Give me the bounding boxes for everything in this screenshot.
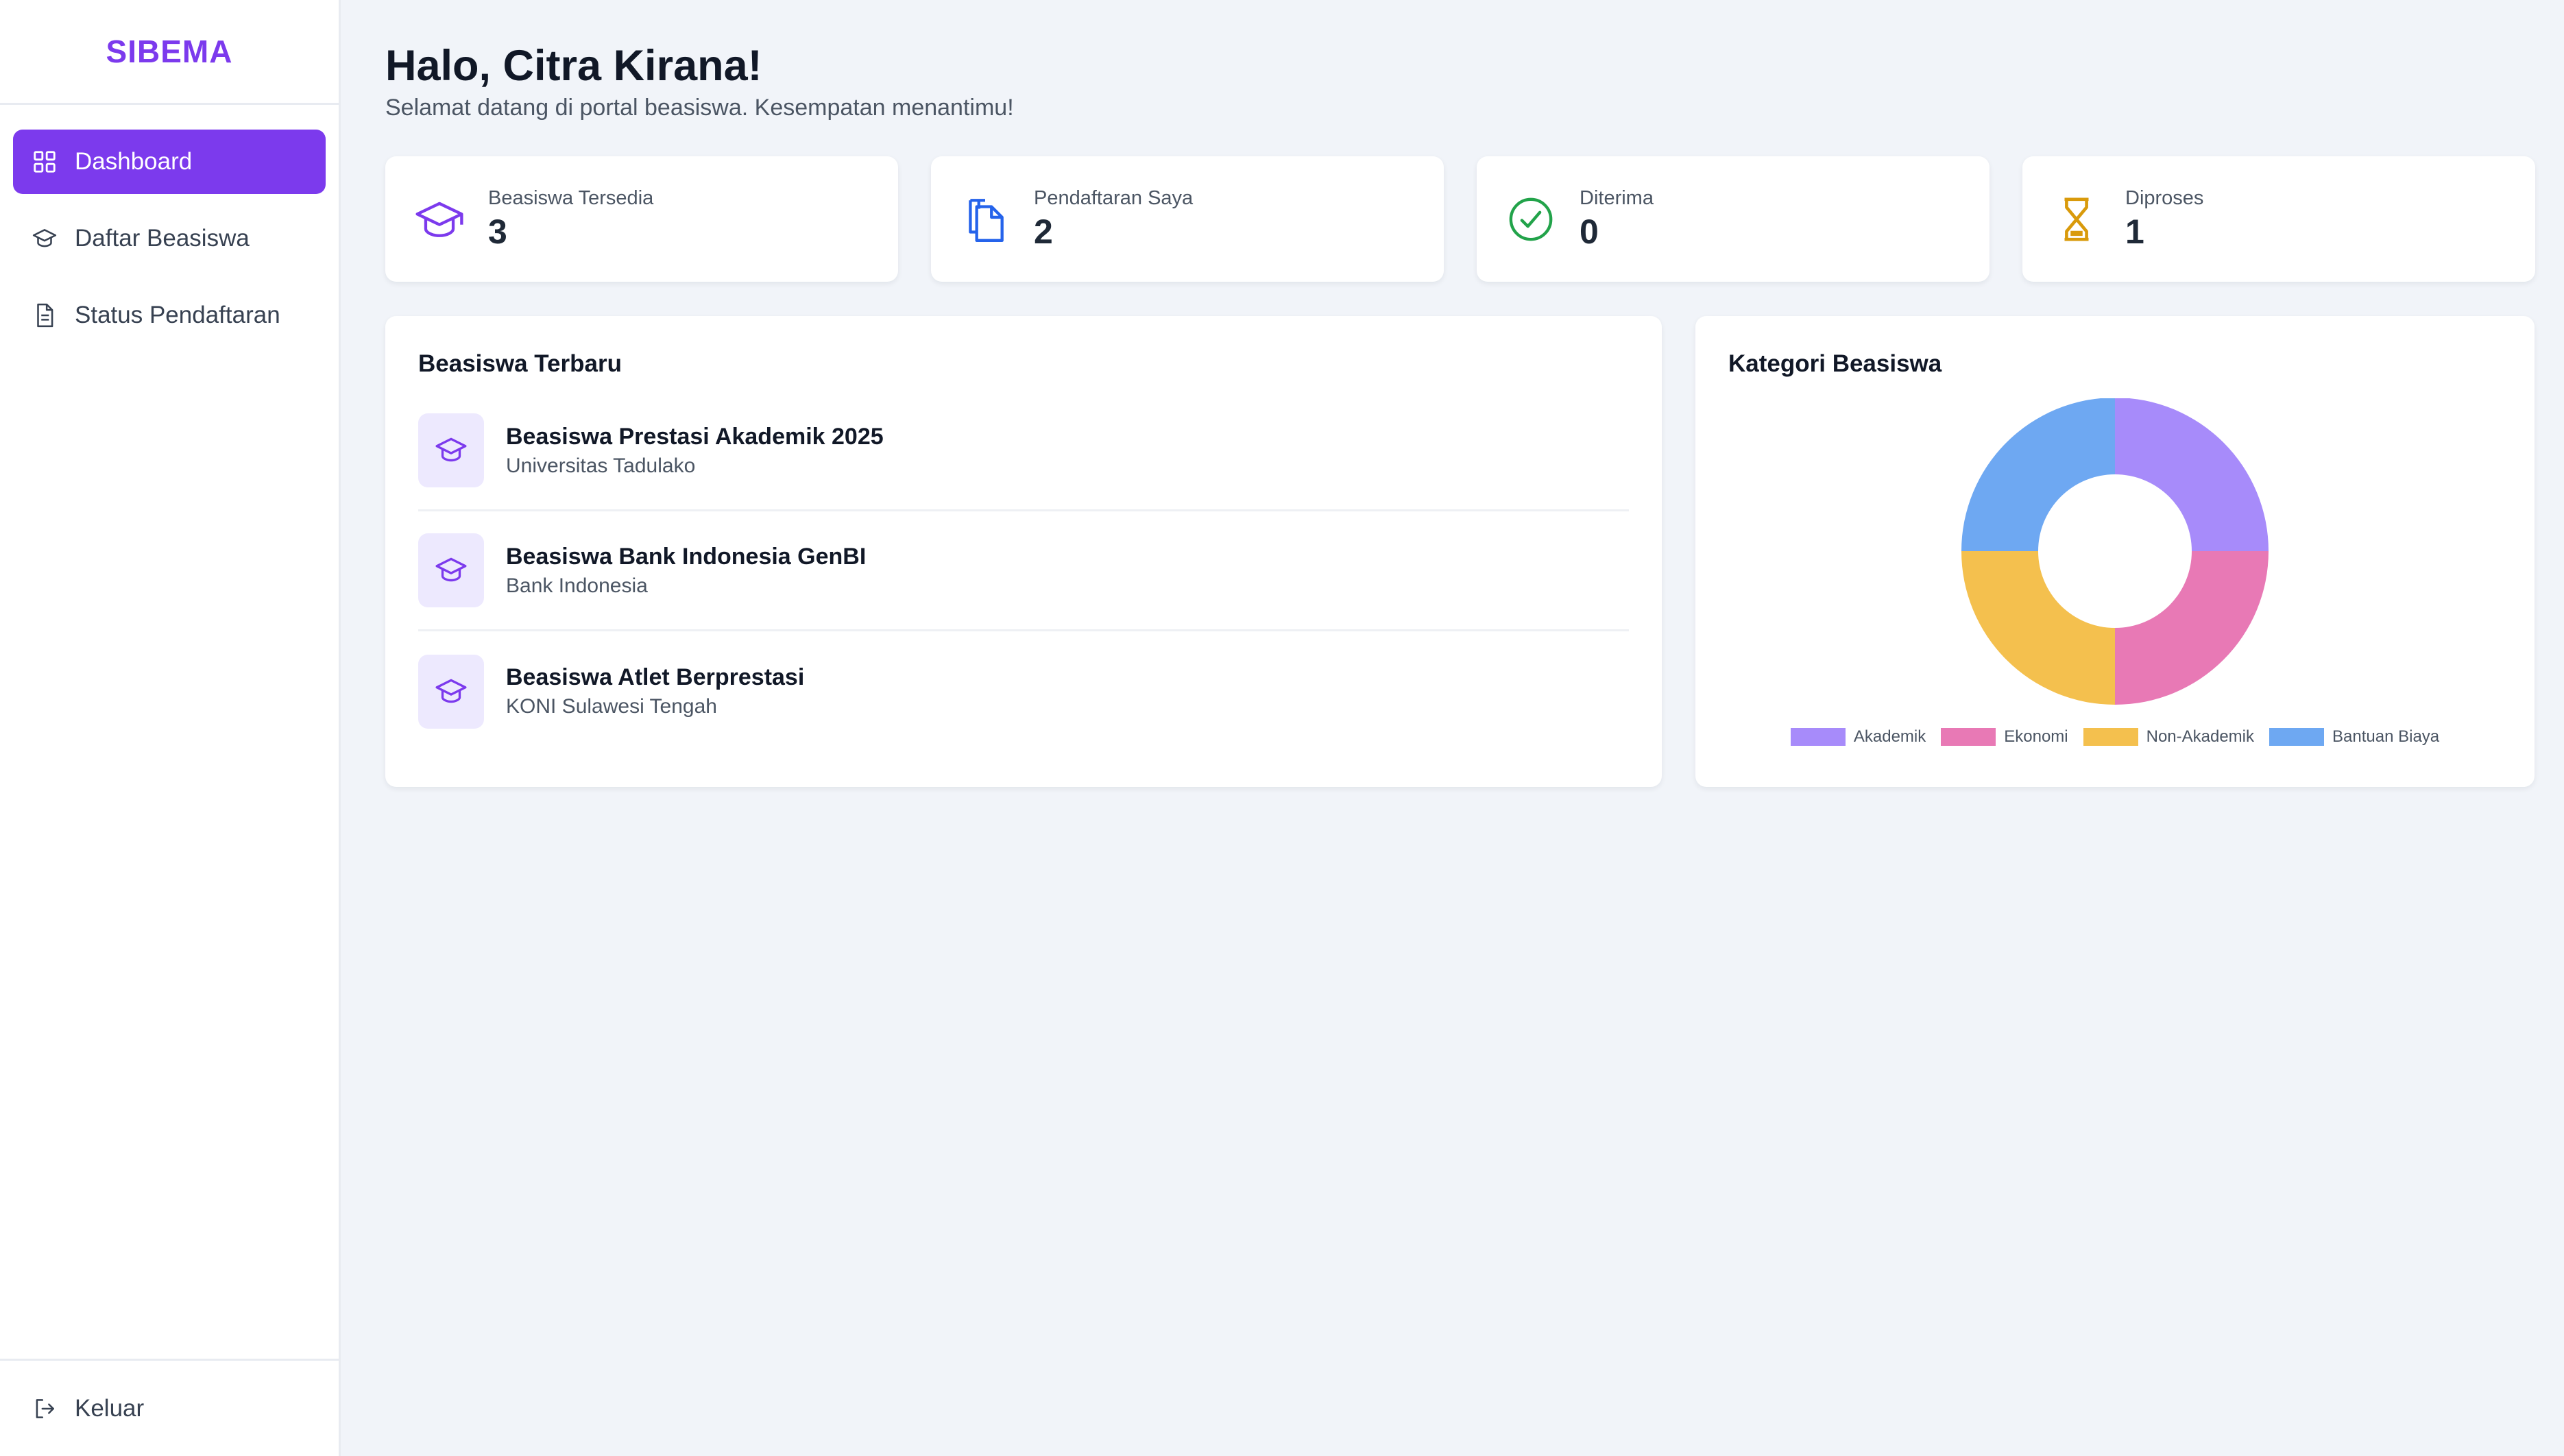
graduation-cap-icon: [418, 413, 484, 487]
sidebar-item-dashboard[interactable]: Dashboard: [13, 130, 326, 194]
stat-label: Beasiswa Tersedia: [488, 187, 654, 209]
stat-card-diterima: Diterima 0: [1477, 156, 1989, 282]
brand-logo[interactable]: SIBEMA: [0, 0, 339, 105]
sidebar-nav: Dashboard Daftar Beasiswa Status Pendaft…: [0, 105, 339, 348]
legend-label: Akademik: [1853, 727, 1926, 746]
scholarship-list: Beasiswa Prestasi Akademik 2025 Universi…: [418, 391, 1629, 751]
chart-legend: Akademik Ekonomi Non-Akademik Bantuan Biaya: [1695, 727, 2535, 747]
logout-button[interactable]: Keluar: [13, 1376, 326, 1441]
sidebar-item-status-pendaftaran[interactable]: Status Pendaftaran: [13, 283, 326, 348]
donut-slice-akademik[interactable]: [2115, 398, 2269, 551]
stat-card-beasiswa-tersedia: Beasiswa Tersedia 3: [385, 156, 898, 282]
donut-slice-bantuan-biaya[interactable]: [1961, 398, 2115, 551]
list-item[interactable]: Beasiswa Prestasi Akademik 2025 Universi…: [418, 391, 1629, 511]
legend-label: Ekonomi: [2004, 727, 2068, 746]
donut-chart-area: [1695, 398, 2535, 714]
graduation-cap-icon: [413, 193, 466, 246]
legend-swatch: [2269, 728, 2325, 746]
latest-scholarships-card: Beasiswa Terbaru Beasiswa Prestasi Akade…: [385, 316, 1662, 787]
graduation-cap-icon: [31, 225, 58, 252]
donut-slice-ekonomi[interactable]: [2115, 551, 2269, 705]
stat-value: 0: [1580, 213, 1599, 251]
legend-label: Bantuan Biaya: [2332, 727, 2440, 746]
page-subtitle: Selamat datang di portal beasiswa. Kesem…: [385, 95, 1014, 121]
stat-value: 3: [488, 213, 507, 251]
legend-item[interactable]: Ekonomi: [1941, 727, 2068, 747]
main-content: Halo, Citra Kirana! Selamat datang di po…: [385, 0, 2535, 787]
donut-slice-non-akademik[interactable]: [1961, 551, 2115, 705]
sidebar-item-daftar-beasiswa[interactable]: Daftar Beasiswa: [13, 206, 326, 271]
legend-swatch: [1941, 728, 1996, 746]
card-title: Kategori Beasiswa: [1728, 350, 1942, 377]
stat-value: 1: [2125, 213, 2144, 251]
graduation-cap-icon: [418, 533, 484, 607]
legend-swatch: [1790, 728, 1846, 746]
app: SIBEMA Dashboard Daftar Beasiswa Status …: [0, 0, 2564, 1456]
graduation-cap-icon: [418, 654, 484, 729]
list-item[interactable]: Beasiswa Atlet Berprestasi KONI Sulawesi…: [418, 631, 1629, 751]
scholarship-provider: Bank Indonesia: [506, 574, 648, 597]
sidebar-item-label: Dashboard: [75, 148, 193, 175]
sidebar: SIBEMA Dashboard Daftar Beasiswa Status …: [0, 0, 341, 1456]
scholarship-provider: Universitas Tadulako: [506, 454, 696, 477]
stat-label: Pendaftaran Saya: [1034, 187, 1194, 209]
scholarship-provider: KONI Sulawesi Tengah: [506, 695, 717, 718]
grid-icon: [31, 148, 58, 175]
sidebar-item-label: Daftar Beasiswa: [75, 225, 250, 252]
legend-label: Non-Akademik: [2146, 727, 2255, 746]
legend-item[interactable]: Bantuan Biaya: [2269, 727, 2439, 747]
legend-item[interactable]: Non-Akademik: [2083, 727, 2254, 747]
logout-icon: [31, 1395, 58, 1422]
legend-swatch: [2083, 728, 2138, 746]
document-icon: [31, 302, 58, 329]
stat-label: Diterima: [1580, 187, 1654, 209]
check-circle-icon: [1504, 193, 1558, 246]
documents-icon: [958, 193, 1012, 246]
stat-value: 2: [1034, 213, 1053, 251]
stat-card-diproses: Diproses 1: [2022, 156, 2535, 282]
donut-chart: [1961, 398, 2269, 705]
legend-item[interactable]: Akademik: [1790, 727, 1926, 747]
page-title: Halo, Citra Kirana!: [385, 42, 762, 90]
stat-label: Diproses: [2125, 187, 2204, 209]
list-item[interactable]: Beasiswa Bank Indonesia GenBI Bank Indon…: [418, 511, 1629, 631]
stats-row: Beasiswa Tersedia 3 Pendaftaran Saya 2 D…: [385, 156, 2535, 282]
stat-card-pendaftaran-saya: Pendaftaran Saya 2: [931, 156, 1444, 282]
scholarship-title: Beasiswa Bank Indonesia GenBI: [506, 543, 867, 570]
card-title: Beasiswa Terbaru: [418, 350, 622, 377]
scholarship-title: Beasiswa Prestasi Akademik 2025: [506, 423, 884, 450]
logout-label: Keluar: [75, 1394, 145, 1422]
hourglass-icon: [2050, 193, 2103, 246]
scholarship-title: Beasiswa Atlet Berprestasi: [506, 664, 805, 690]
category-chart-card: Kategori Beasiswa Akademik Ekonomi Non-Aka…: [1695, 316, 2535, 787]
sidebar-footer: Keluar: [0, 1359, 339, 1456]
sidebar-item-label: Status Pendaftaran: [75, 302, 280, 328]
